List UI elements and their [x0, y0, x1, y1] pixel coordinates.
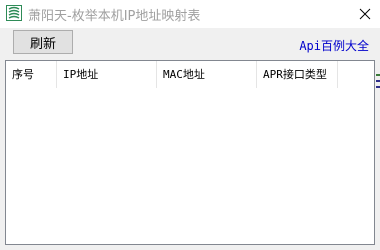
column-header-arp-type[interactable]: APR接口类型 — [257, 61, 338, 88]
refresh-button[interactable]: 刷新 — [13, 30, 73, 54]
table-header: 序号 IP地址 MAC地址 APR接口类型 — [6, 61, 374, 88]
window-title: 萧阳天-枚举本机IP地址映射表 — [28, 9, 201, 24]
title-bar[interactable]: 萧阳天-枚举本机IP地址映射表 — [0, 0, 380, 28]
column-header-index[interactable]: 序号 — [6, 61, 57, 88]
app-window: 萧阳天-枚举本机IP地址映射表 刷新 Api百例大全 序号 IP地址 MAC地址… — [0, 0, 380, 250]
close-button[interactable] — [350, 0, 380, 28]
ip-mapping-table[interactable]: 序号 IP地址 MAC地址 APR接口类型 — [5, 60, 375, 245]
app-logo-icon — [6, 5, 22, 21]
table-body[interactable] — [6, 88, 374, 244]
close-icon — [359, 8, 371, 20]
column-header-mac[interactable]: MAC地址 — [157, 61, 257, 88]
api-examples-link[interactable]: Api百例大全 — [299, 37, 369, 54]
column-header-ip[interactable]: IP地址 — [57, 61, 157, 88]
background-window-edge — [376, 60, 380, 100]
